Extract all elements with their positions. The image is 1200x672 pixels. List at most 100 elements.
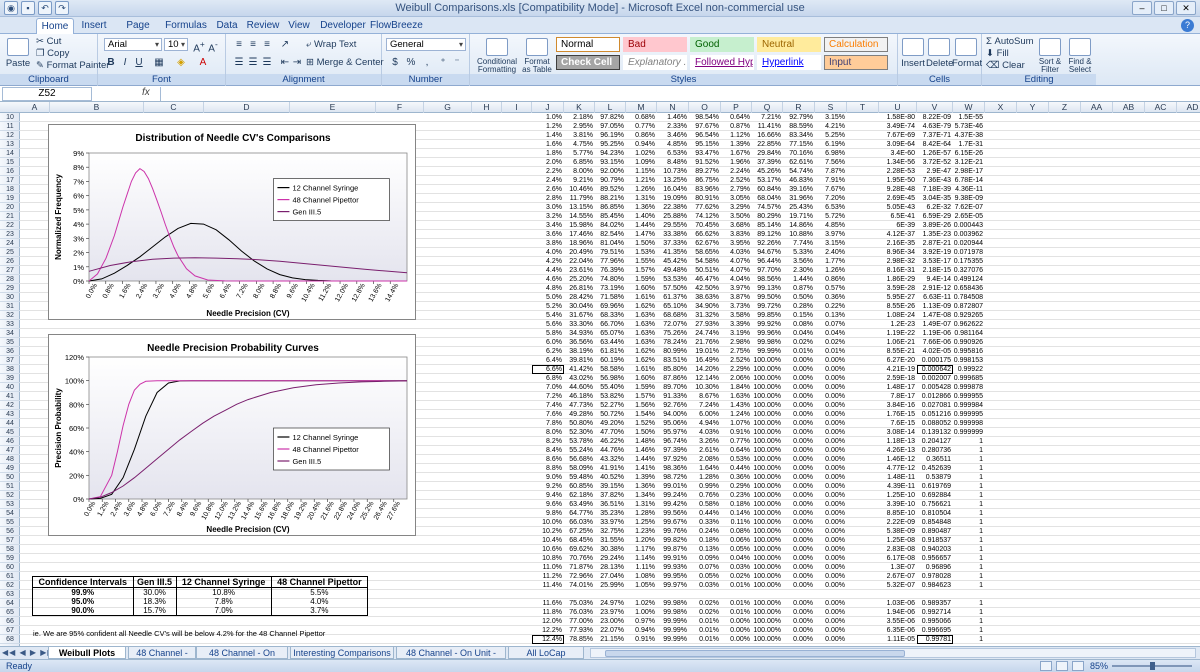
bold-icon[interactable]: B — [104, 56, 118, 69]
sheet-cell[interactable]: 6.78E-14 — [953, 176, 985, 185]
sheet-cell[interactable]: 7.20% — [815, 194, 847, 203]
sheet-cell[interactable]: 3.2% — [532, 212, 564, 221]
sheet-cell[interactable]: 6.8% — [532, 374, 564, 383]
sheet-cell[interactable]: 100.00% — [752, 455, 783, 464]
orientation-icon[interactable]: ↗ — [278, 38, 292, 51]
format-cells-button[interactable]: Format — [952, 38, 982, 69]
sheet-cell[interactable]: 3.72E-52 — [917, 158, 953, 167]
sheet-cell[interactable]: 0.00% — [815, 464, 847, 473]
sheet-cell[interactable]: 0.00% — [783, 383, 815, 392]
sheet-cell[interactable]: 0.00% — [783, 536, 815, 545]
sheet-cell[interactable]: 1.50% — [626, 239, 657, 248]
sheet-cell[interactable]: 0.02% — [783, 338, 815, 347]
sheet-cell[interactable]: 1.2% — [532, 122, 564, 131]
sheet-cell[interactable]: 5.8% — [532, 329, 564, 338]
row-header[interactable]: 10 — [0, 113, 20, 122]
sheet-cell[interactable]: 1 — [953, 563, 985, 572]
row-header[interactable]: 30 — [0, 293, 20, 302]
sheet-cell[interactable]: 3.97% — [721, 284, 752, 293]
cell-style-item[interactable]: Input — [824, 55, 888, 70]
sheet-cell[interactable]: 3.68% — [721, 221, 752, 230]
sheet-cell[interactable]: 2.06% — [721, 374, 752, 383]
confidence-cell[interactable]: 95.0% — [32, 597, 134, 606]
sheet-cell[interactable]: 31.96% — [783, 194, 815, 203]
sheet-cell[interactable]: 0.00% — [783, 356, 815, 365]
sheet-cell[interactable]: 27.04% — [595, 572, 626, 581]
sheet-cell[interactable]: 3.39% — [721, 320, 752, 329]
sheet-cell[interactable]: 1.34E-56 — [879, 158, 917, 167]
sheet-cell[interactable]: 0.07% — [689, 563, 721, 572]
sheet-cell[interactable]: 3.50% — [721, 212, 752, 221]
sheet-cell[interactable]: 0.94% — [626, 140, 657, 149]
sheet-cell[interactable]: 41.91% — [595, 464, 626, 473]
column-header[interactable]: S — [815, 102, 847, 113]
sheet-cell[interactable]: 7.67% — [815, 185, 847, 194]
sheet-cell[interactable]: 99.42% — [657, 500, 689, 509]
sheet-cell[interactable]: 85.14% — [752, 221, 783, 230]
sheet-cell[interactable]: 0.999995 — [953, 410, 985, 419]
sheet-cell[interactable]: 0.020944 — [953, 239, 985, 248]
cell-style-item[interactable]: Good — [690, 37, 754, 52]
sheet-cell[interactable]: 80.99% — [657, 347, 689, 356]
sheet-cell[interactable]: 100.00% — [752, 608, 783, 617]
sheet-cell[interactable]: 50.51% — [689, 266, 721, 275]
sheet-cell[interactable]: 13.15% — [564, 203, 595, 212]
sheet-cell[interactable]: 3.4E-60 — [879, 149, 917, 158]
sheet-cell[interactable]: 21.76% — [689, 338, 721, 347]
sheet-cell[interactable]: 65.07% — [595, 329, 626, 338]
sheet-cell[interactable]: 1.46% — [626, 446, 657, 455]
sheet-cell[interactable]: 7.74% — [783, 239, 815, 248]
sheet-cell[interactable]: 99.56% — [657, 509, 689, 518]
sheet-cell[interactable]: 99.92% — [752, 320, 783, 329]
sheet-cell[interactable]: 98.72% — [657, 473, 689, 482]
row-header[interactable]: 25 — [0, 248, 20, 257]
sheet-cell[interactable]: 9.21% — [564, 176, 595, 185]
sheet-cell[interactable]: 1.05% — [626, 581, 657, 590]
sheet-cell[interactable]: 0.00% — [815, 401, 847, 410]
sheet-cell[interactable]: 9.28E-48 — [879, 185, 917, 194]
sheet-cell[interactable]: 25.20% — [564, 275, 595, 284]
sheet-cell[interactable]: 0.01% — [721, 608, 752, 617]
column-header[interactable]: I — [502, 102, 532, 113]
sheet-cell[interactable]: 0.175355 — [953, 257, 985, 266]
sheet-cell[interactable]: 2.30% — [783, 266, 815, 275]
sheet-cell[interactable]: 0.00% — [783, 446, 815, 455]
sheet-cell[interactable]: 7.8% — [532, 419, 564, 428]
sheet-cell[interactable]: 60.84% — [752, 185, 783, 194]
sheet-cell[interactable]: 8.8% — [532, 464, 564, 473]
sheet-cell[interactable]: 1.39% — [721, 140, 752, 149]
sheet-cell[interactable]: 0.00% — [815, 428, 847, 437]
sheet-cell[interactable]: 34.90% — [689, 302, 721, 311]
row-header[interactable]: 35 — [0, 338, 20, 347]
fx-icon[interactable]: fx — [142, 87, 150, 98]
sheet-cell[interactable]: 1.43% — [721, 401, 752, 410]
sheet-cell[interactable]: 11.8% — [532, 608, 564, 617]
sheet-cell[interactable]: 22.07% — [595, 626, 626, 635]
sheet-cell[interactable]: 92.76% — [657, 401, 689, 410]
sheet-cell[interactable]: 8.2% — [532, 437, 564, 446]
row-header[interactable]: 63 — [0, 590, 20, 599]
sheet-cell[interactable]: 80.91% — [689, 194, 721, 203]
sheet-cell[interactable]: 4.2% — [532, 257, 564, 266]
row-header[interactable]: 54 — [0, 509, 20, 518]
sheet-cell[interactable]: 0.00% — [783, 437, 815, 446]
sheet-cell[interactable]: 4.21% — [815, 122, 847, 131]
sheet-cell[interactable]: 52.30% — [564, 428, 595, 437]
sheet-cell[interactable]: 0.854848 — [917, 518, 953, 527]
sheet-cell[interactable]: 0.64% — [721, 446, 752, 455]
sheet-cell[interactable]: 86.85% — [595, 203, 626, 212]
sheet-cell[interactable]: 7.0% — [532, 383, 564, 392]
name-box[interactable]: Z52 — [2, 87, 92, 101]
sheet-cell[interactable]: 12.0% — [532, 617, 564, 626]
row-header[interactable]: 51 — [0, 482, 20, 491]
sheet-cell[interactable]: 0.00% — [783, 617, 815, 626]
sheet-cell[interactable]: 7.6% — [532, 410, 564, 419]
sheet-cell[interactable]: 7.18E-39 — [917, 185, 953, 194]
sheet-cell[interactable]: 4.63E-79 — [917, 122, 953, 131]
probability-chart[interactable]: Needle Precision Probability Curves 0% 20%… — [48, 334, 416, 536]
sheet-cell[interactable]: 3.56% — [783, 257, 815, 266]
sheet-cell[interactable]: 6.59E-29 — [917, 212, 953, 221]
row-header[interactable]: 24 — [0, 239, 20, 248]
sheet-cell[interactable]: 1.3E-07 — [879, 563, 917, 572]
distribution-chart[interactable]: Distribution of Needle CV's Comparisons 0… — [48, 124, 416, 320]
